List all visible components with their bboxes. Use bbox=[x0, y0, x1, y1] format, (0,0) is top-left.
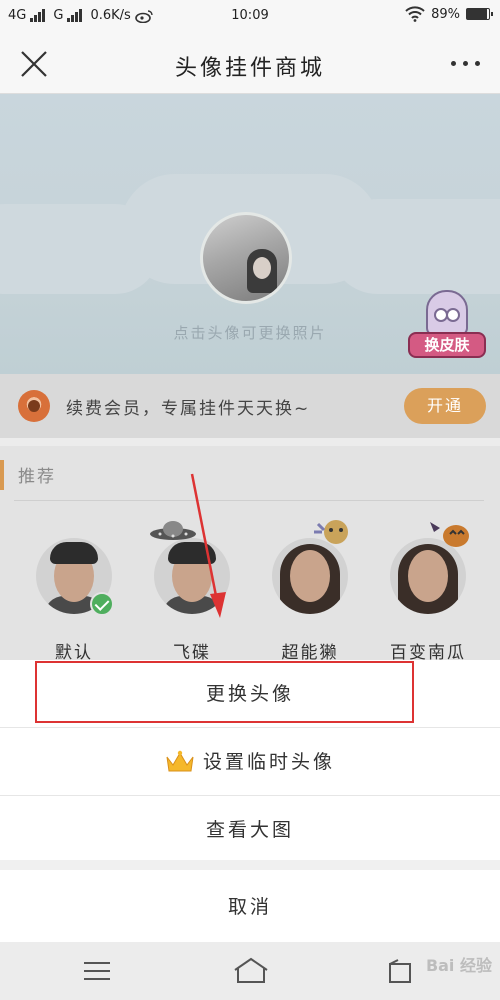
more-icon[interactable] bbox=[451, 61, 480, 66]
status-bar: 4G G 0.6K/s 10:09 89% bbox=[0, 0, 500, 32]
section-marker bbox=[0, 460, 4, 490]
system-nav-bar: Bai 经验 bbox=[0, 942, 500, 1000]
deco-icon bbox=[314, 520, 348, 544]
battery-icon bbox=[466, 8, 493, 20]
change-skin-button[interactable]: 换皮肤 bbox=[406, 290, 488, 362]
action-sheet: 更换头像 设置临时头像 查看大图 取消 bbox=[0, 660, 500, 942]
pendant-item-ufo[interactable]: 飞碟 bbox=[150, 521, 232, 663]
crown-icon bbox=[166, 750, 194, 771]
cancel-label: 取消 bbox=[227, 896, 272, 918]
sheet-item-label: 更换头像 bbox=[205, 683, 294, 705]
cloud-decoration bbox=[330, 199, 500, 294]
divider bbox=[14, 500, 484, 501]
open-vip-button[interactable]: 开通 bbox=[404, 388, 486, 424]
battery-percent: 89% bbox=[431, 6, 460, 22]
pendant-item-pumpkin[interactable]: 百变南瓜 bbox=[388, 522, 469, 663]
section-title: 推荐 bbox=[18, 467, 56, 487]
app-header: 头像挂件商城 bbox=[0, 32, 500, 94]
avatar-banner: 点击头像可更换照片 换皮肤 bbox=[0, 94, 500, 374]
menu-icon[interactable] bbox=[84, 962, 110, 980]
recommend-section: 推荐 默认 飞碟 超能獭 百变南瓜 bbox=[0, 446, 500, 663]
change-avatar-button[interactable]: 更换头像 bbox=[0, 660, 500, 728]
cancel-button[interactable]: 取消 bbox=[0, 872, 500, 942]
pendant-item-default[interactable]: 默认 bbox=[34, 538, 114, 663]
battery-fill bbox=[467, 9, 487, 19]
page-title: 头像挂件商城 bbox=[174, 56, 325, 81]
avatar-face bbox=[253, 257, 271, 279]
sheet-item-label: 设置临时头像 bbox=[202, 751, 335, 773]
vip-mascot-icon bbox=[18, 390, 50, 422]
pendant-avatar bbox=[154, 538, 230, 614]
sheet-item-label: 查看大图 bbox=[205, 819, 294, 841]
watermark: Bai 经验 bbox=[425, 956, 492, 975]
pendant-item-otter[interactable]: 超能獭 bbox=[270, 520, 350, 663]
current-avatar[interactable] bbox=[200, 212, 292, 304]
status-right: 89% bbox=[405, 6, 493, 22]
vip-text: 续费会员，专属挂件天天换~ bbox=[66, 399, 311, 419]
ufo-icon bbox=[150, 521, 196, 540]
vip-promo: 续费会员，专属挂件天天换~ 开通 bbox=[0, 374, 500, 438]
sheet-gap bbox=[0, 860, 500, 870]
check-icon bbox=[90, 592, 114, 616]
set-temp-avatar-button[interactable]: 设置临时头像 bbox=[0, 728, 500, 796]
home-icon[interactable] bbox=[232, 956, 270, 986]
wifi-icon bbox=[405, 6, 425, 22]
view-large-image-button[interactable]: 查看大图 bbox=[0, 796, 500, 864]
ghost-icon bbox=[426, 290, 468, 336]
skin-label: 换皮肤 bbox=[408, 332, 486, 358]
back-icon[interactable] bbox=[386, 958, 414, 986]
pumpkin-icon bbox=[430, 522, 469, 547]
